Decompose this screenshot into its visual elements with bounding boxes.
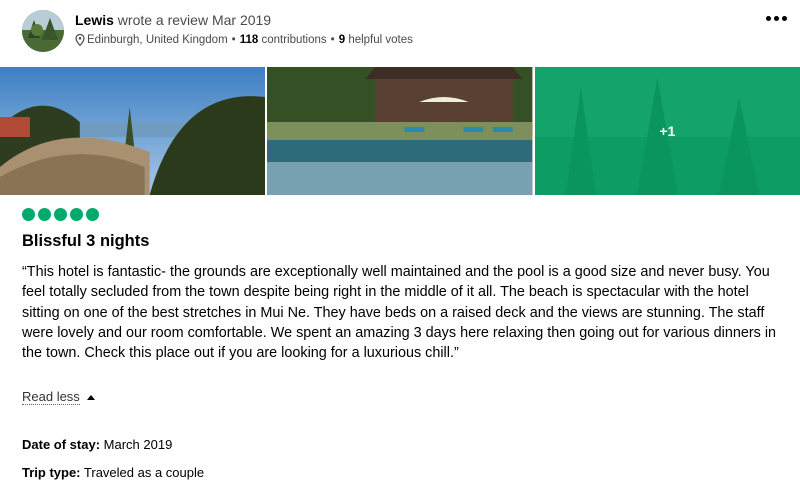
separator-dot: •	[330, 34, 335, 46]
author-name[interactable]: Lewis	[75, 12, 114, 28]
rating-bubble	[22, 208, 35, 221]
review-title[interactable]: Blissful 3 nights	[22, 232, 149, 251]
author-location: Edinburgh, United Kingdom	[87, 34, 228, 46]
date-of-stay: Date of stay: March 2019	[22, 437, 172, 452]
separator-dot: •	[231, 34, 236, 46]
trip-type-value: Traveled as a couple	[83, 465, 205, 480]
author-line: Lewis wrote a review Mar 2019	[75, 12, 271, 28]
rating-bubbles	[22, 208, 99, 221]
more-photos-overlay[interactable]: +1	[534, 67, 800, 195]
rating-bubble	[70, 208, 83, 221]
caret-up-icon	[86, 394, 95, 400]
rating-bubble	[54, 208, 67, 221]
review-body: “This hotel is fantastic- the grounds ar…	[22, 264, 777, 362]
review-date: Mar 2019	[211, 12, 272, 28]
date-of-stay-label: Date of stay:	[22, 437, 101, 452]
author-meta: Edinburgh, United Kingdom • 118 contribu…	[75, 34, 413, 46]
map-pin-icon	[75, 34, 85, 46]
date-of-stay-value: March 2019	[103, 437, 173, 452]
review-header: Lewis wrote a review Mar 2019 Edinburgh,…	[22, 10, 787, 54]
read-less-button[interactable]: Read less	[22, 389, 95, 405]
more-horizontal-icon[interactable]	[764, 10, 788, 26]
helpful-count: 9	[338, 34, 346, 46]
review-photo-1[interactable]	[0, 67, 266, 195]
photo-gallery: +1	[0, 67, 800, 195]
rating-bubble	[86, 208, 99, 221]
contributions-label: contributions	[261, 34, 327, 46]
trip-type: Trip type: Traveled as a couple	[22, 465, 204, 480]
review-photo-3[interactable]: +1	[534, 67, 800, 195]
helpful-label: helpful votes	[348, 34, 413, 46]
avatar[interactable]	[22, 10, 64, 52]
contributions-count: 118	[239, 34, 259, 46]
rating-bubble	[38, 208, 51, 221]
read-less-label: Read less	[22, 389, 80, 405]
review-photo-2[interactable]	[267, 67, 533, 195]
trip-type-label: Trip type:	[22, 465, 81, 480]
more-photos-count: +1	[659, 123, 676, 139]
review-action: wrote a review	[117, 12, 209, 28]
